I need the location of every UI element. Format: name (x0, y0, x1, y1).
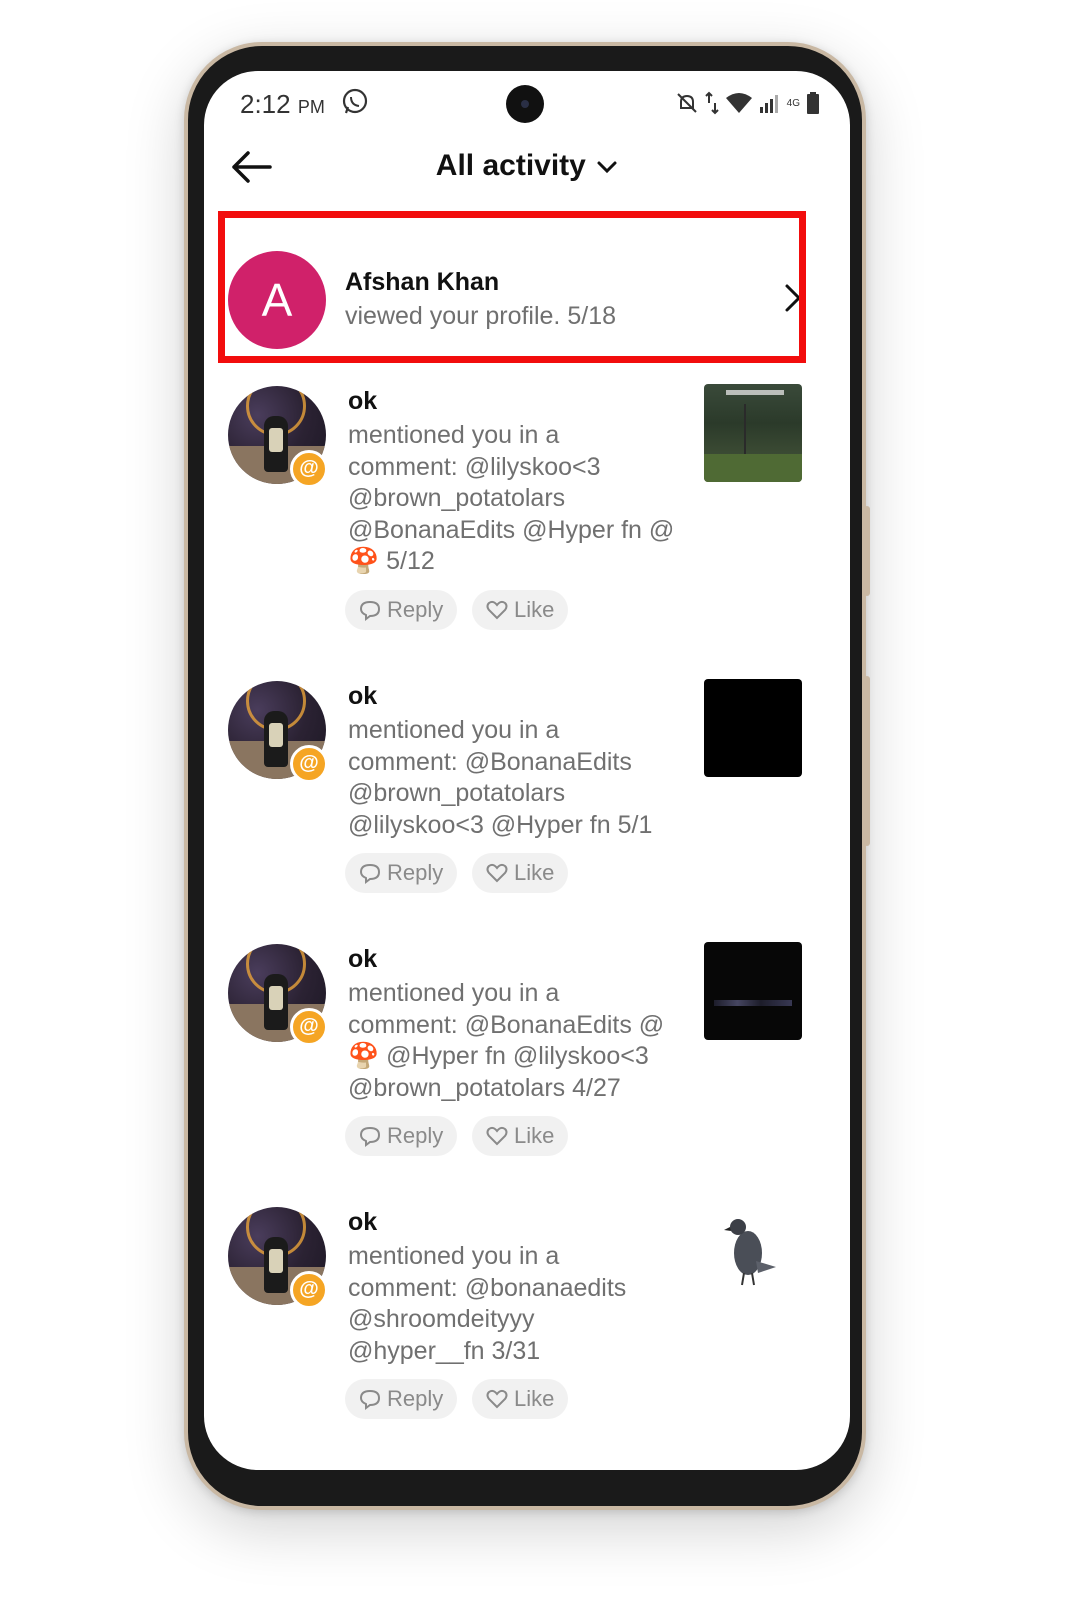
mention-text: mentioned you in a comment: @bonanaedits… (348, 1241, 688, 1367)
app-screen: 2:12 PM 4G All activity A Afshan Khan vi… (204, 71, 850, 1470)
chat-bubble-icon (359, 863, 381, 884)
reply-label: Reply (387, 860, 444, 885)
heart-icon (486, 1389, 508, 1409)
comment-line: comment: @lilyskoo<3 (348, 452, 601, 481)
highlight-box (218, 211, 806, 363)
page-title: All activity (435, 149, 586, 182)
like-label: Like (514, 1123, 555, 1148)
video-thumbnail[interactable] (704, 1205, 802, 1303)
comment-line: @BonanaEdits @Hyper fn @ (348, 515, 675, 544)
data-transfer-icon (704, 91, 719, 115)
activity-filter-dropdown[interactable]: All activity (204, 149, 850, 183)
like-label: Like (514, 860, 555, 885)
like-button[interactable]: Like (472, 853, 569, 893)
mention-text: mentioned you in a comment: @BonanaEdits… (348, 715, 688, 841)
reply-button[interactable]: Reply (345, 1379, 458, 1419)
like-label: Like (514, 597, 555, 622)
battery-icon (807, 92, 819, 114)
comment-line: 🍄 @Hyper fn @lilyskoo<3 (348, 1041, 688, 1073)
status-time: 2:12 PM (240, 89, 325, 120)
reply-label: Reply (387, 597, 444, 622)
comment-line: @shroomdeityyy (348, 1305, 535, 1333)
chat-bubble-icon (359, 1389, 381, 1410)
comment-line: @hyper__fn 3/31 (348, 1336, 541, 1365)
comment-line: mentioned you in a (348, 979, 560, 1007)
like-button[interactable]: Like (472, 1116, 569, 1156)
comment-line: @lilyskoo<3 @Hyper fn 5/1 (348, 810, 653, 839)
comment-line: 🍄 5/12 (348, 546, 688, 578)
comment-line: mentioned you in a (348, 421, 560, 449)
mushroom-emoji: 🍄 (348, 1042, 380, 1070)
at-sign-icon: @ (290, 1271, 328, 1309)
like-button[interactable]: Like (472, 590, 569, 630)
comment-line: comment: @bonanaedits (348, 1273, 627, 1302)
time-value: 2:12 (240, 89, 291, 119)
mention-text: mentioned you in a comment: @lilyskoo<3 … (348, 420, 688, 578)
at-sign-icon: @ (290, 745, 328, 783)
comment-line: @brown_potatolars (348, 779, 566, 807)
username[interactable]: ok (348, 682, 377, 711)
chat-bubble-icon (359, 1126, 381, 1147)
comment-line: comment: @BonanaEdits @ (348, 1010, 665, 1039)
reply-button[interactable]: Reply (345, 853, 458, 893)
mention-date: 5/12 (386, 547, 435, 575)
reply-label: Reply (387, 1123, 444, 1148)
mushroom-emoji: 🍄 (348, 547, 380, 575)
mention-text: mentioned you in a comment: @BonanaEdits… (348, 978, 688, 1104)
network-type: 4G (786, 97, 800, 109)
at-sign-icon: @ (290, 450, 328, 488)
heart-icon (486, 600, 508, 620)
video-thumbnail[interactable] (704, 679, 802, 777)
front-camera (506, 85, 544, 123)
power-button (864, 676, 870, 846)
reply-button[interactable]: Reply (345, 1116, 458, 1156)
username[interactable]: ok (348, 387, 377, 416)
mute-notification-icon (676, 93, 697, 113)
reply-button[interactable]: Reply (345, 590, 458, 630)
comment-line: comment: @BonanaEdits (348, 747, 632, 776)
username[interactable]: ok (348, 1208, 377, 1237)
signal-icon (759, 95, 778, 113)
time-ampm: PM (297, 97, 325, 117)
whatsapp-icon (342, 88, 368, 114)
comment-text: @Hyper fn @lilyskoo<3 (386, 1042, 649, 1070)
chevron-down-icon (597, 161, 617, 174)
heart-icon (486, 863, 508, 883)
video-thumbnail[interactable] (704, 384, 802, 482)
chat-bubble-icon (359, 600, 381, 621)
at-sign-icon: @ (290, 1008, 328, 1046)
status-bar: 2:12 PM 4G (204, 71, 850, 139)
comment-line: @brown_potatolars 4/27 (348, 1073, 621, 1102)
heart-icon (486, 1126, 508, 1146)
comment-line: mentioned you in a (348, 1242, 560, 1270)
video-thumbnail[interactable] (704, 942, 802, 1040)
pigeon-image (724, 1219, 776, 1286)
volume-button (864, 506, 870, 596)
status-icons: 4G (675, 89, 820, 117)
reply-label: Reply (387, 1386, 444, 1411)
wifi-icon (725, 93, 752, 113)
like-button[interactable]: Like (472, 1379, 569, 1419)
comment-line: mentioned you in a (348, 716, 560, 744)
username[interactable]: ok (348, 945, 377, 974)
comment-line: @brown_potatolars (348, 484, 566, 512)
like-label: Like (514, 1386, 555, 1411)
